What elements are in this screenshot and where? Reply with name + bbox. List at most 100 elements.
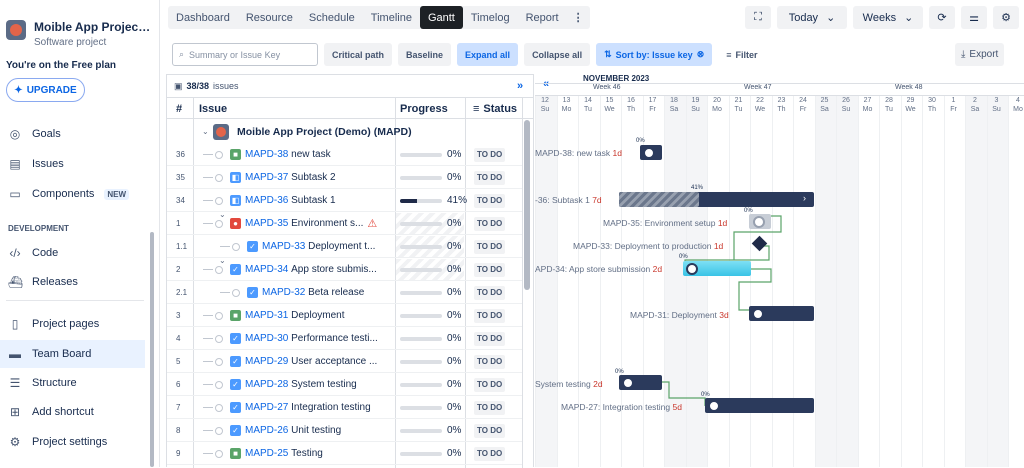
status-badge[interactable]: TO DO [474,377,506,392]
status-badge[interactable]: TO DO [474,446,506,461]
issue-key-link[interactable]: MAPD-30 [245,333,288,344]
tab-resource[interactable]: Resource [238,6,301,29]
clear-sort-icon[interactable]: ⊗ [697,49,705,60]
table-row[interactable]: 1 ⌄ ● MAPD-35 Environment s... ⚠ 0% TO DO [167,210,533,235]
filter-button[interactable]: ≡ Filter [718,43,766,66]
status-badge[interactable]: TO DO [474,239,506,254]
issue-key-link[interactable]: MAPD-36 [245,195,288,206]
sidebar-scrollbar[interactable] [150,232,154,467]
sidebar-item-structure[interactable]: ☰ Structure [0,369,145,397]
progress-bar [400,382,442,387]
sort-lines-icon: ≡ [473,102,480,115]
issue-key-link[interactable]: MAPD-38 [245,149,288,160]
chevron-down-icon[interactable]: ⌄ [202,127,209,136]
issue-key-link[interactable]: MAPD-29 [245,356,288,367]
table-row[interactable]: 34 ◧ MAPD-36 Subtask 1 41% TO DO [167,189,533,212]
status-badge[interactable]: TO DO [474,423,506,438]
tab-gantt[interactable]: Gantt [419,6,463,29]
status-badge[interactable]: TO DO [474,193,506,208]
bar-label: MAPD-35: Environment setup 1d [603,218,727,228]
status-badge[interactable]: TO DO [474,285,506,300]
status-badge[interactable]: TO DO [474,147,506,162]
refresh-icon[interactable]: ⟳ [929,6,955,29]
sidebar-item-project-settings[interactable]: ⚙ Project settings [0,428,145,456]
sidebar-item-label: Issues [32,158,64,170]
more-icon[interactable]: ⋮ [567,6,590,29]
avatar-icon [708,400,720,412]
issue-key-link[interactable]: MAPD-26 [245,425,288,436]
header-progress[interactable]: Progress [400,98,448,119]
issue-key-link[interactable]: MAPD-27 [245,402,288,413]
issue-title: Testing [291,448,323,459]
expand-all-button[interactable]: Expand all [457,43,519,66]
tab-timelog[interactable]: Timelog [463,6,518,29]
issue-key-link[interactable]: MAPD-32 [262,287,305,298]
status-badge[interactable]: TO DO [474,308,506,323]
sidebar-item-add-shortcut[interactable]: ⊞ Add shortcut [0,398,145,426]
baseline-button[interactable]: Baseline [398,43,452,66]
table-row[interactable]: 5 ✓ MAPD-29 User acceptance ... 0% TO DO [167,350,533,373]
row-number: 8 [176,426,181,435]
upgrade-button[interactable]: ✦ UPGRADE [6,78,85,102]
gantt-bar-mapd-27[interactable] [705,398,814,413]
sidebar: Moible App Project (Demo) Software proje… [0,0,160,467]
export-button[interactable]: ⤓ Export [955,43,1005,66]
sidebar-item-components[interactable]: ▭ Components NEW [0,180,145,208]
table-row[interactable]: 3 ■ MAPD-31 Deployment 0% TO DO [167,304,533,327]
sidebar-item-label: Team Board [32,348,92,360]
sidebar-item-team-board[interactable]: ▬ Team Board [0,340,145,368]
issue-key-link[interactable]: MAPD-31 [245,310,288,321]
sort-button[interactable]: ⇅ Sort by: Issue key ⊗ [596,43,713,66]
fullscreen-icon[interactable]: ⛶ [745,6,771,29]
tab-timeline[interactable]: Timeline [363,6,420,29]
table-row[interactable]: 35 ◧ MAPD-37 Subtask 2 0% TO DO [167,166,533,189]
sidebar-item-goals[interactable]: ◎ Goals [0,120,145,148]
table-row[interactable]: 36 ■ MAPD-38 new task 0% TO DO [167,143,533,166]
collapse-panel-icon[interactable]: » [517,80,523,92]
critical-path-button[interactable]: Critical path [324,43,393,66]
sidebar-item-releases[interactable]: ⛴ Releases [0,268,145,296]
status-badge[interactable]: TO DO [474,331,506,346]
table-row[interactable]: 1.1 ✓ MAPD-33 Deployment t... 0% TO DO [167,235,533,258]
table-row[interactable]: 2 ⌄ ✓ MAPD-34 App store submis... 0% TO DO [167,256,533,281]
sidebar-item-code[interactable]: ‹/› Code [0,239,145,267]
search-input[interactable]: ⌕ Summary or Issue Key [172,43,318,66]
table-row[interactable]: 8 ✓ MAPD-26 Unit testing 0% TO DO [167,419,533,442]
table-row[interactable]: 9 ■ MAPD-25 Testing 0% TO DO [167,442,533,465]
sidebar-item-issues[interactable]: ▤ Issues [0,150,145,178]
sidebar-item-project-pages[interactable]: ▯ Project pages [0,310,145,338]
header-status[interactable]: ≡ Status [473,98,517,119]
tab-dashboard[interactable]: Dashboard [168,6,238,29]
issue-key-link[interactable]: MAPD-25 [245,448,288,459]
scale-dropdown[interactable]: Weeks ⌄ [853,6,923,29]
issue-key-link[interactable]: MAPD-33 [262,241,305,252]
bar-duration: 2d [593,379,603,389]
status-badge[interactable]: TO DO [474,400,506,415]
gear-icon[interactable]: ⚙ [993,6,1019,29]
row-number: 4 [176,334,181,343]
status-badge[interactable]: TO DO [474,170,506,185]
status-badge[interactable]: TO DO [474,216,506,231]
issue-key-link[interactable]: MAPD-28 [245,379,288,390]
filter-label: Filter [735,49,758,60]
table-row[interactable]: 6 ✓ MAPD-28 System testing 0% TO DO [167,373,533,396]
project-header[interactable]: Moible App Project (Demo) Software proje… [6,20,152,48]
table-row[interactable]: 4 ✓ MAPD-30 Performance testi... 0% TO DO [167,327,533,350]
issue-key-link[interactable]: MAPD-35 [245,218,288,229]
components-icon: ▭ [9,187,21,201]
status-badge[interactable]: TO DO [474,354,506,369]
collapse-all-button[interactable]: Collapse all [524,43,591,66]
table-row[interactable]: 2.1 ✓ MAPD-32 Beta release 0% TO DO [167,281,533,304]
group-row[interactable]: ⌄ Moible App Project (Demo) (MAPD) [167,120,533,143]
table-row[interactable]: 7 ✓ MAPD-27 Integration testing 0% TO DO [167,396,533,419]
header-issue[interactable]: Issue [199,98,227,119]
today-dropdown[interactable]: Today ⌄ [777,6,847,29]
status-badge[interactable]: TO DO [474,262,506,277]
tab-schedule[interactable]: Schedule [301,6,363,29]
tab-report[interactable]: Report [518,6,567,29]
chevron-down-icon[interactable]: ⌄ [219,256,226,265]
chevron-down-icon[interactable]: ⌄ [219,210,226,219]
issue-key-link[interactable]: MAPD-37 [245,172,288,183]
sliders-icon[interactable]: ⚌ [961,6,987,29]
issue-key-link[interactable]: MAPD-34 [245,264,288,275]
